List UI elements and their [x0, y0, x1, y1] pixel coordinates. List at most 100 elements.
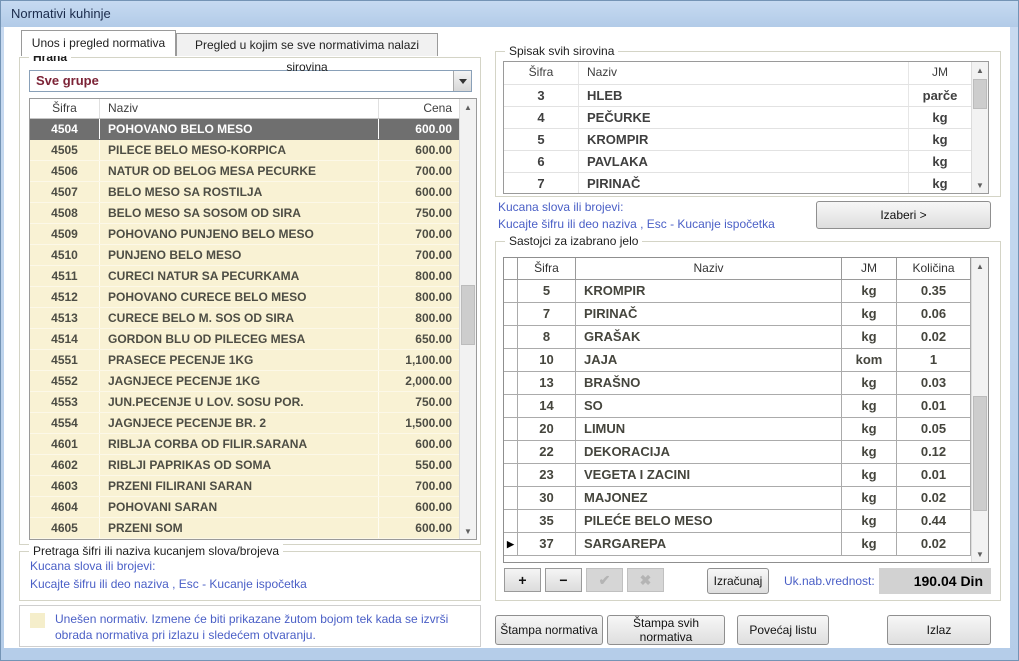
recipe-name: JAJA: [576, 349, 842, 372]
food-code: 4511: [30, 266, 100, 286]
scroll-thumb[interactable]: [461, 285, 475, 345]
current-row-icon: [504, 372, 518, 395]
food-code: 4552: [30, 371, 100, 391]
food-row[interactable]: 4512POHOVANO CURECE BELO MESO800.00: [30, 287, 459, 308]
food-row[interactable]: 4508BELO MESO SA SOSOM OD SIRA750.00: [30, 203, 459, 224]
food-row[interactable]: 4604POHOVANI SARAN600.00: [30, 497, 459, 518]
recipe-code: 14: [518, 395, 576, 418]
recipe-table-scrollbar[interactable]: ▲ ▼: [971, 258, 988, 562]
ingredient-row[interactable]: 3HLEBparče: [504, 84, 971, 106]
recipe-row[interactable]: 35PILEĆE BELO MESOkg0.44: [504, 510, 971, 533]
print-all-normatives-button[interactable]: Štampa svih normativa: [607, 615, 725, 645]
column-header-kolicina: Količina: [897, 258, 971, 280]
food-group-select[interactable]: Sve grupe: [29, 70, 472, 92]
recipe-table-header: Šifra Naziv JM Količina: [504, 258, 971, 280]
ingredient-code: 7: [504, 173, 579, 193]
food-code: 4553: [30, 392, 100, 412]
recipe-row[interactable]: 5KROMPIRkg0.35: [504, 280, 971, 303]
recipe-row[interactable]: 20LIMUNkg0.05: [504, 418, 971, 441]
ingredients-table-scrollbar[interactable]: ▲ ▼: [971, 62, 988, 193]
recipe-name: SARGAREPA: [576, 533, 842, 556]
tab-unos-i-pregled[interactable]: Unos i pregled normativa: [21, 30, 176, 56]
recipe-row[interactable]: 8GRAŠAKkg0.02: [504, 326, 971, 349]
recipe-row[interactable]: 30MAJONEZkg0.02: [504, 487, 971, 510]
recipe-name: VEGETA I ZACINI: [576, 464, 842, 487]
food-code: 4510: [30, 245, 100, 265]
food-row[interactable]: 4601RIBLJA CORBA OD FILIR.SARANA600.00: [30, 434, 459, 455]
food-table-scrollbar[interactable]: ▲ ▼: [459, 99, 476, 539]
recipe-unit: kg: [842, 441, 897, 464]
food-row[interactable]: 4603PRZENI FILIRANI SARAN700.00: [30, 476, 459, 497]
food-row[interactable]: 4513CURECE BELO M. SOS OD SIRA800.00: [30, 308, 459, 329]
food-row[interactable]: 4504POHOVANO BELO MESO600.00: [30, 119, 459, 140]
ingredient-code: 5: [504, 129, 579, 150]
column-header-cena: Cena: [379, 99, 459, 118]
food-row[interactable]: 4514GORDON BLU OD PILECEG MESA650.00: [30, 329, 459, 350]
food-price: 2,000.00: [379, 371, 459, 391]
ingredient-row[interactable]: 4PEČURKEkg: [504, 106, 971, 128]
scroll-down-icon[interactable]: ▼: [972, 177, 988, 193]
check-icon: ✔: [599, 572, 611, 588]
food-row[interactable]: 4510PUNJENO BELO MESO700.00: [30, 245, 459, 266]
izaberi-button[interactable]: Izaberi >: [816, 201, 991, 229]
recipe-unit: kg: [842, 533, 897, 556]
food-row[interactable]: 4553JUN.PECENJE U LOV. SOSU POR.750.00: [30, 392, 459, 413]
food-row[interactable]: 4506NATUR OD BELOG MESA PECURKE700.00: [30, 161, 459, 182]
recipe-unit: kg: [842, 510, 897, 533]
recipe-row[interactable]: 13BRAŠNOkg0.03: [504, 372, 971, 395]
food-row[interactable]: 4511CURECI NATUR SA PECURKAMA800.00: [30, 266, 459, 287]
food-row[interactable]: 4507BELO MESO SA ROSTILJA600.00: [30, 182, 459, 203]
scroll-up-icon[interactable]: ▲: [972, 62, 988, 78]
recipe-unit: kg: [842, 372, 897, 395]
food-row[interactable]: 4602RIBLJI PAPRIKAS OD SOMA550.00: [30, 455, 459, 476]
recipe-row[interactable]: ▶37SARGAREPAkg0.02: [504, 533, 971, 556]
confirm-button[interactable]: ✔: [586, 568, 623, 592]
food-row[interactable]: 4554JAGNJECE PECENJE BR. 21,500.00: [30, 413, 459, 434]
food-code: 4605: [30, 518, 100, 538]
food-row[interactable]: 4509POHOVANO PUNJENO BELO MESO700.00: [30, 224, 459, 245]
food-name: PUNJENO BELO MESO: [100, 245, 379, 265]
ingredient-code: 6: [504, 151, 579, 172]
izracunaj-button[interactable]: Izračunaj: [707, 568, 769, 594]
ingredients-hint-line2: Kucajte šifru ili deo naziva , Esc - Kuc…: [498, 217, 775, 231]
recipe-table-body: 5KROMPIRkg0.357PIRINAČkg0.068GRAŠAKkg0.0…: [504, 280, 971, 562]
scroll-down-icon[interactable]: ▼: [972, 546, 988, 562]
food-row[interactable]: 4505PILECE BELO MESO-KORPICA600.00: [30, 140, 459, 161]
print-normative-button[interactable]: Štampa normativa: [495, 615, 603, 645]
recipe-quantity: 0.06: [897, 303, 971, 326]
ingredient-row[interactable]: 5KROMPIRkg: [504, 128, 971, 150]
recipe-row[interactable]: 22DEKORACIJAkg0.12: [504, 441, 971, 464]
recipe-name: DEKORACIJA: [576, 441, 842, 464]
food-row[interactable]: 4552JAGNJECE PECENJE 1KG2,000.00: [30, 371, 459, 392]
recipe-row[interactable]: 7PIRINAČkg0.06: [504, 303, 971, 326]
recipe-name: KROMPIR: [576, 280, 842, 303]
tab-pregled-sirovina[interactable]: Pregled u kojim se sve normativima nalaz…: [176, 33, 438, 56]
recipe-quantity: 0.05: [897, 418, 971, 441]
scroll-thumb[interactable]: [973, 79, 987, 109]
title-bar: Normativi kuhinje: [1, 1, 1018, 27]
recipe-row[interactable]: 10JAJAkom1: [504, 349, 971, 372]
recipe-row[interactable]: 23VEGETA I ZACINIkg0.01: [504, 464, 971, 487]
recipe-table: Šifra Naziv JM Količina 5KROMPIRkg0.357P…: [503, 257, 989, 563]
food-name: POHOVANO BELO MESO: [100, 119, 379, 139]
exit-button[interactable]: Izlaz: [887, 615, 991, 645]
food-row[interactable]: 4551PRASECE PECENJE 1KG1,100.00: [30, 350, 459, 371]
food-name: POHOVANO CURECE BELO MESO: [100, 287, 379, 307]
enlarge-list-button[interactable]: Povećaj listu: [737, 615, 829, 645]
food-row[interactable]: 4605PRZENI SOM600.00: [30, 518, 459, 539]
scroll-down-icon[interactable]: ▼: [460, 523, 476, 539]
ingredient-row[interactable]: 6PAVLAKAkg: [504, 150, 971, 172]
cancel-button[interactable]: ✖: [627, 568, 664, 592]
scroll-thumb[interactable]: [973, 396, 987, 511]
recipe-unit: kg: [842, 395, 897, 418]
delete-row-button[interactable]: −: [545, 568, 582, 592]
ingredient-name: HLEB: [579, 85, 909, 106]
food-name: RIBLJA CORBA OD FILIR.SARANA: [100, 434, 379, 454]
dropdown-button[interactable]: [453, 71, 471, 91]
add-row-button[interactable]: +: [504, 568, 541, 592]
food-code: 4513: [30, 308, 100, 328]
recipe-row[interactable]: 14SOkg0.01: [504, 395, 971, 418]
scroll-up-icon[interactable]: ▲: [460, 99, 476, 115]
scroll-up-icon[interactable]: ▲: [972, 258, 988, 274]
ingredient-row[interactable]: 7PIRINAČkg: [504, 172, 971, 193]
